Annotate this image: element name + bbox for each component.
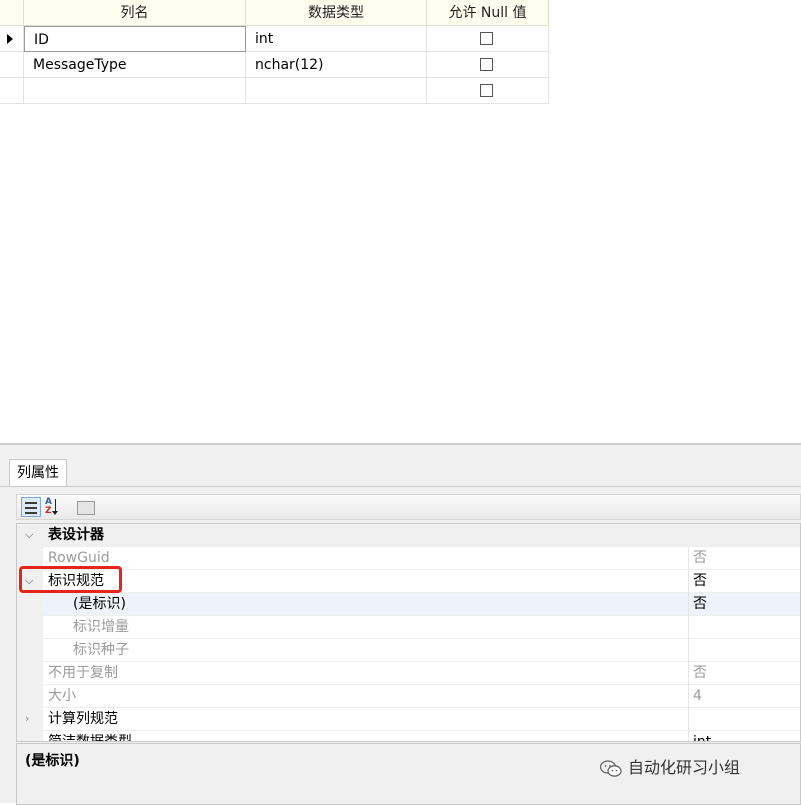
property-label: 标识增量 xyxy=(73,619,129,635)
table-row[interactable]: MessageType nchar(12) xyxy=(0,52,549,78)
property-row-identity-spec[interactable]: ⌵ 标识规范 否 xyxy=(17,570,800,593)
property-label: 表设计器 xyxy=(48,527,104,543)
grid-header-row: 列名 数据类型 允许 Null 值 xyxy=(0,0,549,26)
current-row-arrow-icon xyxy=(7,34,13,44)
allow-null-cell xyxy=(427,26,549,52)
sort-az-icon[interactable]: A Z xyxy=(44,497,64,517)
data-type-cell[interactable]: int xyxy=(246,26,427,52)
column-name-cell[interactable] xyxy=(24,78,246,104)
property-row-not-for-replication[interactable]: 不用于复制 否 xyxy=(17,662,800,685)
allow-null-cell xyxy=(427,52,549,78)
header-allow-null[interactable]: 允许 Null 值 xyxy=(427,0,549,26)
tab-column-properties[interactable]: 列属性 xyxy=(9,459,67,487)
allow-null-cell xyxy=(427,78,549,104)
property-label: 大小 xyxy=(48,688,76,704)
property-label: 标识种子 xyxy=(73,642,129,658)
row-selector-header xyxy=(0,0,24,26)
allow-null-checkbox[interactable] xyxy=(480,58,493,71)
highlight-annotation-box xyxy=(19,566,122,593)
property-label: 简洁数据类型 xyxy=(48,734,132,742)
data-type-cell[interactable] xyxy=(246,78,427,104)
header-data-type[interactable]: 数据类型 xyxy=(246,0,427,26)
categorized-icon[interactable] xyxy=(21,497,41,517)
data-type-cell[interactable]: nchar(12) xyxy=(246,52,427,78)
watermark: 自动化研习小组 xyxy=(599,756,741,780)
description-title: (是标识) xyxy=(25,753,80,769)
header-column-name[interactable]: 列名 xyxy=(24,0,246,26)
allow-null-checkbox[interactable] xyxy=(480,84,493,97)
column-name-cell[interactable]: ID xyxy=(24,26,246,52)
wechat-icon xyxy=(599,759,622,778)
property-row-identity-increment[interactable]: 标识增量 xyxy=(17,616,800,639)
watermark-text: 自动化研习小组 xyxy=(628,758,741,777)
table-row[interactable] xyxy=(0,78,549,104)
properties-toolbar: A Z xyxy=(16,494,801,520)
property-label: 不用于复制 xyxy=(48,665,118,681)
property-value[interactable] xyxy=(688,708,800,731)
chevron-right-icon[interactable]: › xyxy=(25,713,37,725)
row-selector[interactable] xyxy=(0,52,24,78)
property-label: 计算列规范 xyxy=(48,711,118,727)
property-row-is-identity[interactable]: (是标识) 否 xyxy=(17,593,800,616)
property-pages-icon[interactable] xyxy=(75,497,95,517)
property-row-size[interactable]: 大小 4 xyxy=(17,685,800,708)
property-value[interactable] xyxy=(688,616,800,639)
property-value[interactable]: int xyxy=(688,731,800,741)
property-row-computed-column-spec[interactable]: › 计算列规范 xyxy=(17,708,800,731)
table-row[interactable]: ID int xyxy=(0,26,549,52)
property-grid: ⌵ 表设计器 RowGuid 否 ⌵ 标识规范 否 (是标识) 否 标识增量 标… xyxy=(16,523,801,742)
row-selector[interactable] xyxy=(0,26,24,52)
property-value[interactable]: 否 xyxy=(688,547,800,570)
column-properties-panel: 列属性 A Z ⌵ 表设计器 RowGuid 否 ⌵ 标识规范 否 (是标识) … xyxy=(0,443,801,805)
row-selector[interactable] xyxy=(0,78,24,104)
property-row-condensed-data-type[interactable]: 简洁数据类型 int xyxy=(17,731,800,742)
column-name-cell[interactable]: MessageType xyxy=(24,52,246,78)
property-row-identity-seed[interactable]: 标识种子 xyxy=(17,639,800,662)
property-row-rowguid[interactable]: RowGuid 否 xyxy=(17,547,800,570)
chevron-down-icon[interactable]: ⌵ xyxy=(25,529,37,541)
property-label: (是标识) xyxy=(73,596,126,612)
tab-divider xyxy=(0,486,801,487)
allow-null-checkbox[interactable] xyxy=(480,32,493,45)
property-value[interactable]: 否 xyxy=(688,570,800,593)
property-value[interactable]: 4 xyxy=(688,685,800,708)
property-value[interactable]: 否 xyxy=(688,593,800,616)
property-value[interactable]: 否 xyxy=(688,662,800,685)
property-value[interactable] xyxy=(688,639,800,662)
property-category-table-designer[interactable]: ⌵ 表设计器 xyxy=(17,524,800,547)
